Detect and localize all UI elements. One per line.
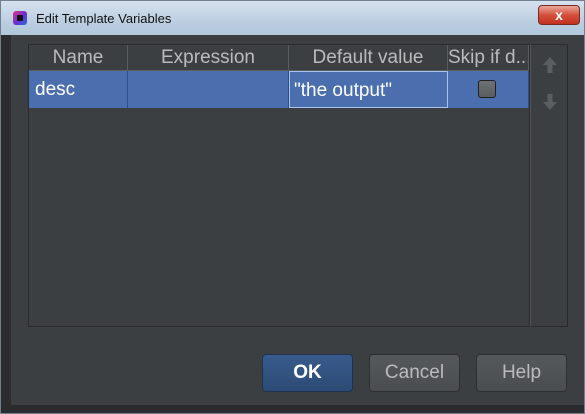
close-icon: x xyxy=(555,7,563,23)
arrow-up-icon xyxy=(543,57,557,73)
window-bottom-edge xyxy=(1,405,584,413)
column-header-default-value[interactable]: Default value xyxy=(289,45,448,71)
help-button[interactable]: Help xyxy=(476,354,567,392)
skip-if-defined-checkbox[interactable] xyxy=(478,80,496,98)
ok-button[interactable]: OK xyxy=(262,354,353,392)
table-header: Name Expression Default value Skip if d.… xyxy=(29,45,529,71)
column-header-name[interactable]: Name xyxy=(29,45,128,71)
column-header-skip-if-defined[interactable]: Skip if d... xyxy=(448,45,529,71)
background-window-strip xyxy=(1,35,11,413)
move-up-button[interactable] xyxy=(540,55,560,75)
cell-name[interactable]: desc xyxy=(29,71,128,108)
close-button[interactable]: x xyxy=(538,5,580,25)
app-icon xyxy=(13,11,27,25)
table-row[interactable]: desc "the output" xyxy=(29,71,529,108)
cell-default-value-editor[interactable]: "the output" xyxy=(289,71,448,108)
window-title: Edit Template Variables xyxy=(36,11,172,26)
move-buttons-panel xyxy=(530,44,568,327)
cell-skip-if-defined xyxy=(448,71,529,108)
cell-expression[interactable] xyxy=(128,71,289,108)
dialog-content: Name Expression Default value Skip if d.… xyxy=(11,35,580,405)
title-bar[interactable]: Edit Template Variables x xyxy=(1,1,584,35)
cancel-button[interactable]: Cancel xyxy=(369,354,460,392)
arrow-down-icon xyxy=(543,94,557,110)
variables-table[interactable]: Name Expression Default value Skip if d.… xyxy=(28,44,530,327)
move-down-button[interactable] xyxy=(540,92,560,112)
dialog-window: Edit Template Variables x Name Expressio… xyxy=(0,0,585,414)
column-header-expression[interactable]: Expression xyxy=(128,45,289,71)
